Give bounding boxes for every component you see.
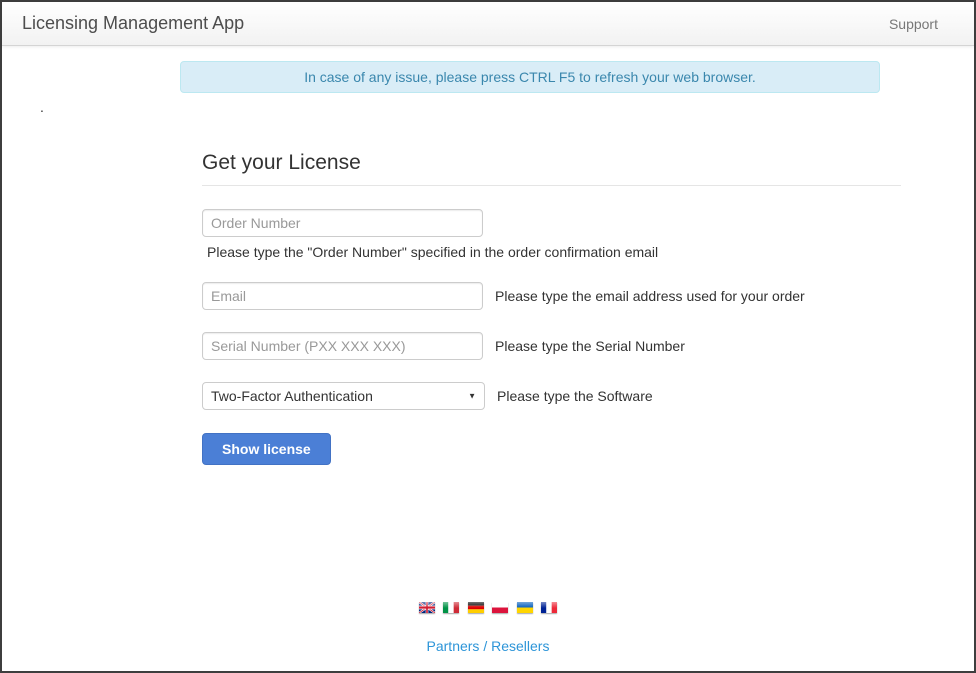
- order-number-group: Please type the "Order Number" specified…: [202, 209, 901, 260]
- license-form: Get your License Please type the "Order …: [202, 151, 901, 465]
- stray-period: .: [40, 99, 44, 115]
- app-title: Licensing Management App: [22, 13, 244, 34]
- serial-number-input[interactable]: [202, 332, 483, 360]
- link-separator: /: [479, 638, 491, 654]
- info-alert: In case of any issue, please press CTRL …: [180, 61, 880, 93]
- flag-ukraine-icon[interactable]: [517, 602, 533, 613]
- email-help: Please type the email address used for y…: [495, 288, 805, 304]
- serial-number-help: Please type the Serial Number: [495, 338, 685, 354]
- flag-germany-icon[interactable]: [468, 602, 484, 613]
- email-group: Please type the email address used for y…: [202, 282, 901, 310]
- support-link[interactable]: Support: [889, 16, 938, 32]
- app-window: { "navbar": { "title": "Licensing Manage…: [0, 0, 976, 673]
- resellers-link[interactable]: Resellers: [491, 638, 549, 654]
- flag-france-icon[interactable]: [541, 602, 557, 613]
- footer-links: Partners / Resellers: [2, 638, 974, 654]
- flag-italy-icon[interactable]: [443, 602, 459, 613]
- partners-link[interactable]: Partners: [427, 638, 480, 654]
- show-license-button[interactable]: Show license: [202, 433, 331, 465]
- language-flags: [2, 599, 974, 617]
- flag-united-kingdom-icon[interactable]: [419, 602, 435, 613]
- software-help: Please type the Software: [497, 388, 653, 404]
- software-group: Two-Factor Authentication ▼ Please type …: [202, 382, 901, 410]
- software-select-wrap: Two-Factor Authentication ▼: [202, 382, 485, 410]
- order-number-input[interactable]: [202, 209, 483, 237]
- flag-poland-icon[interactable]: [492, 602, 508, 613]
- navbar: Licensing Management App Support: [2, 2, 974, 46]
- email-input[interactable]: [202, 282, 483, 310]
- serial-number-group: Please type the Serial Number: [202, 332, 901, 360]
- software-select[interactable]: Two-Factor Authentication: [202, 382, 485, 410]
- order-number-help: Please type the "Order Number" specified…: [207, 244, 901, 260]
- page-title: Get your License: [202, 151, 901, 186]
